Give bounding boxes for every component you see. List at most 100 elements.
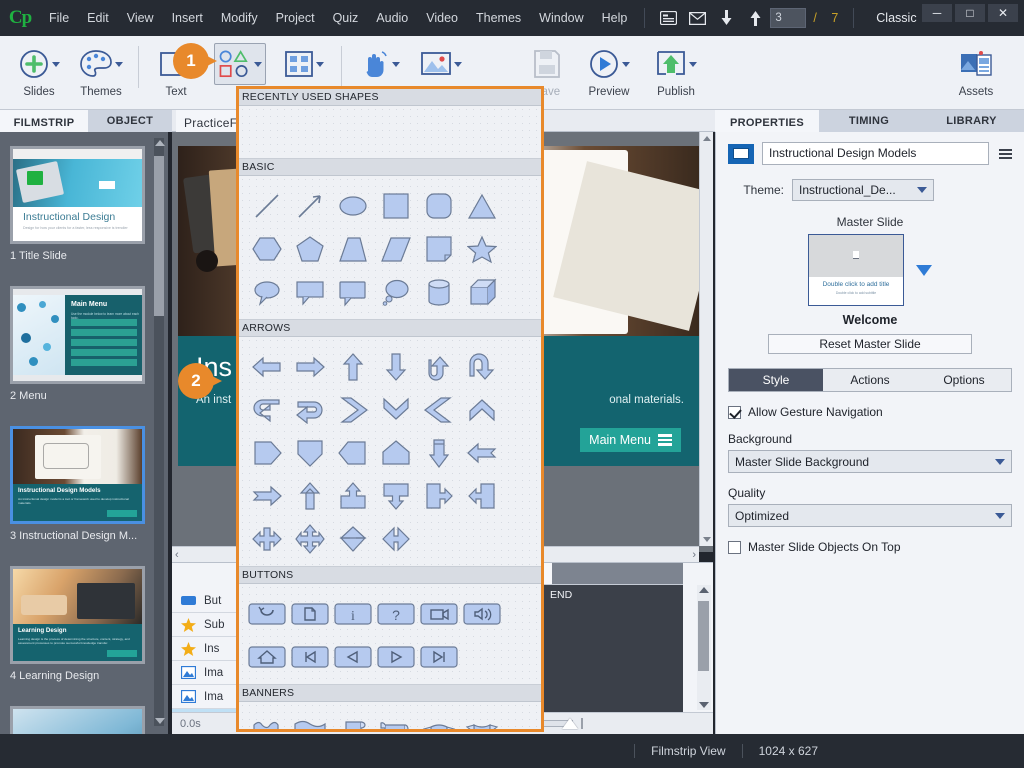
section-body-recently-used[interactable]: [239, 106, 541, 159]
download-icon[interactable]: [717, 9, 735, 27]
chevron-down-shape[interactable]: [374, 388, 417, 431]
close-icon[interactable]: ✕: [988, 4, 1018, 22]
scroll-down-icon[interactable]: [699, 702, 709, 708]
cloud-callout-shape[interactable]: [374, 270, 417, 313]
menu-insert[interactable]: Insert: [163, 0, 212, 36]
chevron-down-icon[interactable]: [254, 61, 262, 67]
line-arrow-shape[interactable]: [288, 184, 331, 227]
filmstrip-slide-1[interactable]: Instructional Design Design for how your…: [10, 146, 145, 262]
button-home-icon[interactable]: [245, 635, 288, 678]
minimize-icon[interactable]: ─: [922, 4, 952, 22]
button-video-icon[interactable]: [417, 592, 460, 635]
menu-help[interactable]: Help: [593, 0, 637, 36]
master-objects-on-top-row[interactable]: Master Slide Objects On Top: [728, 540, 1012, 554]
cylinder-shape[interactable]: [417, 270, 460, 313]
chevron-up-shape[interactable]: [460, 388, 503, 431]
allow-gesture-navigation-checkbox[interactable]: [728, 405, 741, 419]
slides-button[interactable]: Slides: [8, 36, 70, 110]
notched-right-arrow-shape[interactable]: [245, 474, 288, 517]
chevron-right-shape[interactable]: [331, 388, 374, 431]
shapes-button-icon-area[interactable]: [214, 43, 266, 85]
menu-audio[interactable]: Audio: [367, 0, 417, 36]
scroll-up-icon[interactable]: [155, 140, 165, 146]
up-down-arrow-shape[interactable]: [331, 517, 374, 560]
menu-edit[interactable]: Edit: [78, 0, 118, 36]
curved-down-arrow-shape[interactable]: [288, 388, 331, 431]
scroll-down-icon[interactable]: [155, 718, 165, 724]
chevron-down-icon[interactable]: [689, 61, 697, 67]
triangle-shape[interactable]: [460, 184, 503, 227]
pentagon-shape[interactable]: [288, 227, 331, 270]
main-menu-button[interactable]: Main Menu: [580, 428, 681, 452]
u-turn-arrow-shape[interactable]: [417, 345, 460, 388]
scroll-right-icon[interactable]: ›: [692, 549, 696, 561]
filmstrip-scrollbar-thumb[interactable]: [154, 156, 164, 316]
cube-shape[interactable]: [460, 270, 503, 313]
allow-gesture-navigation-row[interactable]: Allow Gesture Navigation: [728, 405, 1012, 419]
slide-thumbnail-wrap[interactable]: [10, 706, 145, 734]
rounded-rectangle-shape[interactable]: [417, 184, 460, 227]
up-arrow-callout-shape[interactable]: [331, 474, 374, 517]
filmstrip-slide-2[interactable]: Main Menu Use the module below to learn …: [10, 286, 145, 402]
canvas-vertical-scrollbar[interactable]: [699, 132, 713, 546]
four-way-arrow-shape[interactable]: [288, 517, 331, 560]
hexagon-shape[interactable]: [245, 227, 288, 270]
button-next-icon[interactable]: [374, 635, 417, 678]
button-document-icon[interactable]: [288, 592, 331, 635]
shapes-dropdown-panel[interactable]: RECENTLY USED SHAPES BASIC ARROWS BUTTON…: [236, 86, 544, 732]
timeline-scroll-thumb[interactable]: [698, 601, 709, 671]
chevron-down-icon[interactable]: [392, 61, 400, 67]
house-shape[interactable]: [374, 431, 417, 474]
background-select[interactable]: Master Slide Background: [728, 450, 1012, 473]
panel-options-icon[interactable]: [999, 148, 1012, 159]
email-icon[interactable]: [688, 9, 706, 27]
preview-button[interactable]: Preview: [578, 36, 640, 110]
ribbon-down-shape[interactable]: [460, 710, 503, 729]
theme-select[interactable]: Instructional_De...: [792, 179, 934, 201]
flag-wave-shape[interactable]: [288, 710, 331, 729]
scroll-horizontal-shape[interactable]: [374, 710, 417, 729]
filmstrip-panel[interactable]: Instructional Design Design for how your…: [0, 132, 170, 734]
master-objects-on-top-checkbox[interactable]: [728, 540, 741, 554]
star-5-point-shape[interactable]: [460, 227, 503, 270]
right-arrow-callout-shape[interactable]: [417, 474, 460, 517]
scroll-left-icon[interactable]: ‹: [175, 549, 179, 561]
chevron-left-shape[interactable]: [417, 388, 460, 431]
section-body-arrows[interactable]: [239, 337, 541, 567]
striped-down-arrow-shape[interactable]: [417, 431, 460, 474]
slide-subtitle-right[interactable]: onal materials.: [609, 394, 684, 406]
arrow-right-shape[interactable]: [288, 345, 331, 388]
rectangle-shape[interactable]: [374, 184, 417, 227]
menu-video[interactable]: Video: [417, 0, 467, 36]
line-shape[interactable]: [245, 184, 288, 227]
curved-up-arrow-shape[interactable]: [460, 345, 503, 388]
scroll-up-icon[interactable]: [703, 136, 711, 141]
menu-quiz[interactable]: Quiz: [324, 0, 368, 36]
chevron-down-icon[interactable]: [115, 61, 123, 67]
publish-button[interactable]: Publish: [640, 36, 712, 110]
curved-left-arrow-shape[interactable]: [245, 388, 288, 431]
pentagon-arrow-shape[interactable]: [245, 431, 288, 474]
scroll-vertical-shape[interactable]: [331, 710, 374, 729]
menu-window[interactable]: Window: [530, 0, 592, 36]
chevron-down-icon[interactable]: [622, 61, 630, 67]
button-previous-icon[interactable]: [331, 635, 374, 678]
assets-button[interactable]: Assets: [940, 36, 1012, 110]
rectangular-callout-shape[interactable]: [288, 270, 331, 313]
menu-themes[interactable]: Themes: [467, 0, 530, 36]
left-right-arrow-shape[interactable]: [374, 517, 417, 560]
slide-thumbnail-wrap[interactable]: Learning Design Learning design is the p…: [10, 566, 145, 664]
button-info-icon[interactable]: i: [331, 592, 374, 635]
slide-color-swatch[interactable]: [728, 143, 754, 164]
slide-thumbnail-wrap[interactable]: Instructional Design Design for how your…: [10, 146, 145, 244]
oval-callout-shape[interactable]: [245, 270, 288, 313]
tab-options[interactable]: Options: [917, 369, 1011, 391]
button-sound-icon[interactable]: [460, 592, 503, 635]
ribbon-up-shape[interactable]: [417, 710, 460, 729]
section-body-buttons[interactable]: i ?: [239, 584, 541, 685]
maximize-icon[interactable]: □: [955, 4, 985, 22]
filmstrip-slide-5[interactable]: [10, 706, 145, 734]
down-arrow-callout-shape[interactable]: [374, 474, 417, 517]
arrow-left-shape[interactable]: [245, 345, 288, 388]
rounded-callout-shape[interactable]: [331, 270, 374, 313]
